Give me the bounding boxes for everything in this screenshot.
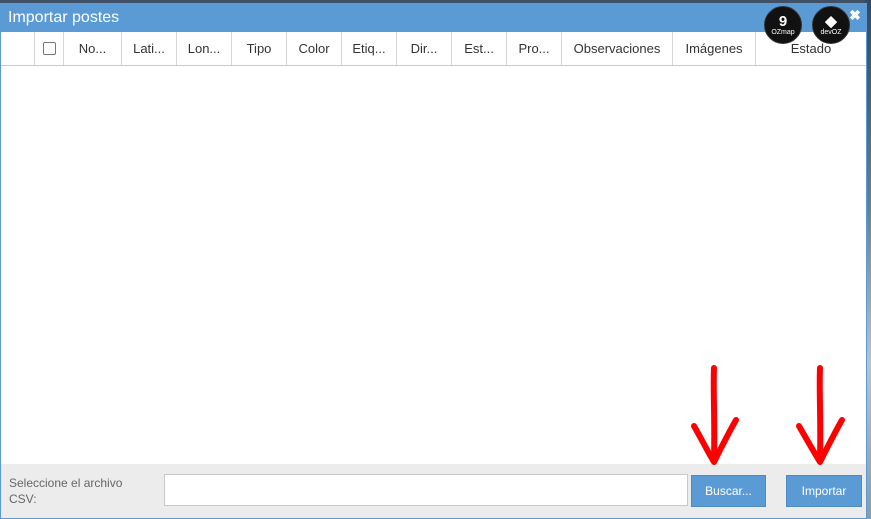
column-header-color[interactable]: Color: [287, 32, 342, 65]
ozmap-logo-glyph: 9: [778, 12, 788, 30]
csv-file-label: Seleccione el archivo CSV:: [9, 476, 123, 506]
column-header-latitud[interactable]: Lati...: [122, 32, 177, 65]
table-header: No... Lati... Lon... Tipo Color Etiq... …: [1, 32, 866, 66]
dialog-titlebar[interactable]: Importar postes ⟳ ✖: [1, 4, 866, 32]
browse-button[interactable]: Buscar...: [691, 475, 766, 507]
ozmap-logo-text: OZmap: [771, 28, 795, 36]
devoz-logo: ◆ devOZ: [812, 6, 850, 44]
column-header-proyecto[interactable]: Pro...: [507, 32, 562, 65]
column-header-estado-col[interactable]: Est...: [452, 32, 507, 65]
column-header-etiqueta[interactable]: Etiq...: [342, 32, 397, 65]
column-header-nombre[interactable]: No...: [64, 32, 122, 65]
row-number-column: [1, 32, 35, 65]
csv-file-input[interactable]: [164, 474, 688, 506]
column-header-longitud[interactable]: Lon...: [177, 32, 232, 65]
select-all-column: [35, 32, 64, 65]
devoz-logo-glyph: ◆: [825, 12, 837, 30]
annotation-arrow-buscar: [691, 365, 739, 465]
column-header-direccion[interactable]: Dir...: [397, 32, 452, 65]
close-icon[interactable]: ✖: [848, 7, 862, 24]
ozmap-logo: 9 OZmap: [764, 6, 802, 44]
column-header-imagenes[interactable]: Imágenes: [673, 32, 756, 65]
dialog-title: Importar postes: [8, 9, 120, 26]
import-button[interactable]: Importar: [786, 475, 862, 507]
column-header-tipo[interactable]: Tipo: [232, 32, 287, 65]
select-all-checkbox[interactable]: [42, 42, 56, 55]
annotation-arrow-importar: [796, 365, 845, 465]
dialog-footer: Seleccione el archivo CSV: Buscar... Imp…: [1, 464, 866, 518]
devoz-logo-text: devOZ: [820, 28, 842, 36]
column-header-observaciones[interactable]: Observaciones: [562, 32, 673, 65]
